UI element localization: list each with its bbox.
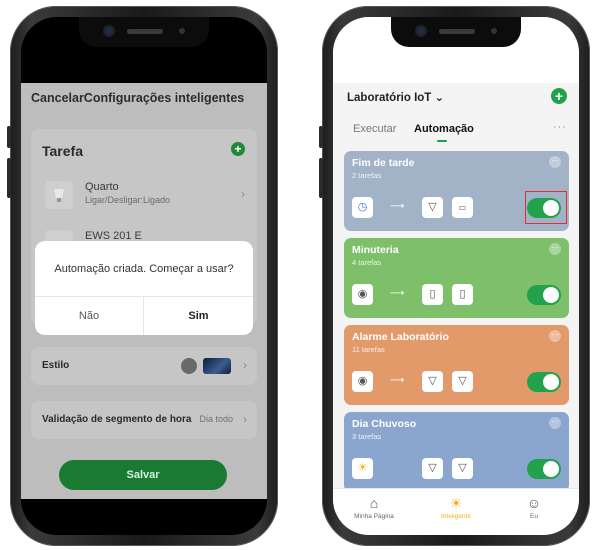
arrow-right-icon: ⟶ <box>390 375 405 386</box>
speaker-grille <box>127 29 163 34</box>
lamp-icon: ▽ <box>422 197 443 218</box>
front-camera <box>417 27 425 35</box>
switch-icon: ▯ <box>452 284 473 305</box>
automation-toggle[interactable] <box>527 285 561 305</box>
task-item[interactable]: Quarto Ligar/Desligar:Ligado › <box>45 179 245 213</box>
home-selector[interactable]: Laboratório IoT ⌄ <box>347 90 444 104</box>
tab-execute[interactable]: Executar <box>353 123 396 135</box>
dialog-message: Automação criada. Começar a usar? <box>54 263 234 275</box>
arrow-right-icon: ⟶ <box>390 201 405 212</box>
task-section-title: Tarefa <box>42 143 83 159</box>
switch-icon: ▯ <box>422 284 443 305</box>
automation-title: Alarme Laboratório <box>352 331 449 343</box>
card-more-icon[interactable]: ··· <box>549 156 561 168</box>
color-swatch <box>181 358 197 374</box>
nav-label: Eu <box>530 513 538 520</box>
automation-toggle[interactable] <box>527 459 561 479</box>
automation-title: Dia Chuvoso <box>352 418 417 430</box>
right-phone: Laboratório IoT ⌄ + Executar Automação ·… <box>319 6 590 546</box>
sensor-dot <box>179 28 185 34</box>
bottom-area <box>21 499 267 535</box>
style-row[interactable]: Estilo › <box>31 347 257 385</box>
more-options-icon[interactable]: ··· <box>553 121 567 133</box>
automation-title: Minuteria <box>352 244 399 256</box>
settings-header[interactable]: CancelarConfigurações inteligentes <box>31 91 244 105</box>
scene-tabs: Executar Automação ··· <box>333 117 579 143</box>
confirm-dialog: Automação criada. Começar a usar? Não Si… <box>35 241 253 335</box>
no-button[interactable]: Não <box>35 297 144 335</box>
automation-card-fim-de-tarde[interactable]: Fim de tarde 2 tarefas ··· ◷ ⟶ ▽ ▭ <box>344 151 569 231</box>
automation-toggle[interactable] <box>527 372 561 392</box>
highlight-box <box>525 191 567 224</box>
card-more-icon[interactable]: ··· <box>549 417 561 429</box>
active-tab-indicator <box>437 140 447 142</box>
automation-subtitle: 2 tarefas <box>352 171 382 180</box>
front-camera <box>105 27 113 35</box>
lamp-icon: ▽ <box>452 371 473 392</box>
automation-title: Fim de tarde <box>352 157 415 169</box>
right-screen: Laboratório IoT ⌄ + Executar Automação ·… <box>333 17 579 535</box>
card-more-icon[interactable]: ··· <box>549 243 561 255</box>
sensor-dot <box>491 28 497 34</box>
lamp-icon <box>45 181 73 209</box>
power-strip-icon: ▭ <box>452 197 473 218</box>
add-task-icon[interactable]: + <box>231 142 245 156</box>
validation-label: Validação de segmento de hora <box>42 414 192 425</box>
sensor-icon: ◉ <box>352 371 373 392</box>
nav-me[interactable]: ☺ Eu <box>499 495 569 520</box>
smart-settings-page: CancelarConfigurações inteligentes Taref… <box>21 83 267 499</box>
chevron-right-icon: › <box>241 187 245 201</box>
phone-volume-button <box>319 158 323 198</box>
left-phone: CancelarConfigurações inteligentes Taref… <box>7 6 278 546</box>
weather-sun-icon: ☀ <box>352 458 373 479</box>
card-more-icon[interactable]: ··· <box>549 330 561 342</box>
dialog-buttons: Não Sim <box>35 296 253 335</box>
bottom-navigation: ⌂ Minha Página ☀ Inteligente ☺ Eu <box>333 488 579 535</box>
clock-icon: ◷ <box>352 197 373 218</box>
phone-volume-button <box>7 158 11 198</box>
automation-subtitle: 11 tarefas <box>352 345 385 354</box>
automation-card-dia-chuvoso[interactable]: Dia Chuvoso 3 tarefas ··· ☀ ▽ ▽ <box>344 412 569 492</box>
home-icon: ⌂ <box>369 495 379 511</box>
phone-side-button <box>319 126 323 148</box>
smart-sun-icon: ☀ <box>449 495 463 511</box>
toggle-knob <box>543 374 559 390</box>
toggle-knob <box>543 461 559 477</box>
validation-value: Dia todo <box>199 414 233 424</box>
left-screen: CancelarConfigurações inteligentes Taref… <box>21 17 267 535</box>
lamp-icon: ▽ <box>422 458 443 479</box>
phone-notch <box>391 17 521 47</box>
automation-subtitle: 4 tarefas <box>352 258 382 267</box>
task-name: Quarto <box>85 181 119 193</box>
automation-card-minuteria[interactable]: Minuteria 4 tarefas ··· ◉ ⟶ ▯ ▯ <box>344 238 569 318</box>
yes-button[interactable]: Sim <box>144 297 253 335</box>
style-label: Estilo <box>42 360 70 371</box>
add-automation-icon[interactable]: + <box>551 88 567 104</box>
save-button[interactable]: Salvar <box>59 460 227 490</box>
chevron-right-icon: › <box>243 412 247 426</box>
task-detail: Ligar/Desligar:Ligado <box>85 195 171 205</box>
phone-notch <box>79 17 209 47</box>
user-icon: ☺ <box>526 495 542 511</box>
tab-automation[interactable]: Automação <box>414 123 474 135</box>
toggle-knob <box>543 287 559 303</box>
nav-smart[interactable]: ☀ Inteligente <box>421 495 491 520</box>
time-validation-row[interactable]: Validação de segmento de hora Dia todo › <box>31 401 257 439</box>
nav-label: Inteligente <box>441 513 471 520</box>
automation-card-alarme-laboratorio[interactable]: Alarme Laboratório 11 tarefas ··· ◉ ⟶ ▽ … <box>344 325 569 405</box>
sensor-icon: ◉ <box>352 284 373 305</box>
style-thumbnail <box>203 358 231 374</box>
automation-subtitle: 3 tarefas <box>352 432 382 441</box>
lamp-icon: ▽ <box>422 371 443 392</box>
speaker-grille <box>439 29 475 34</box>
chevron-right-icon: › <box>243 358 247 372</box>
lamp-icon: ▽ <box>452 458 473 479</box>
arrow-right-icon: ⟶ <box>390 288 405 299</box>
nav-my-page[interactable]: ⌂ Minha Página <box>339 495 409 520</box>
phone-side-button <box>7 126 11 148</box>
nav-label: Minha Página <box>354 513 394 520</box>
